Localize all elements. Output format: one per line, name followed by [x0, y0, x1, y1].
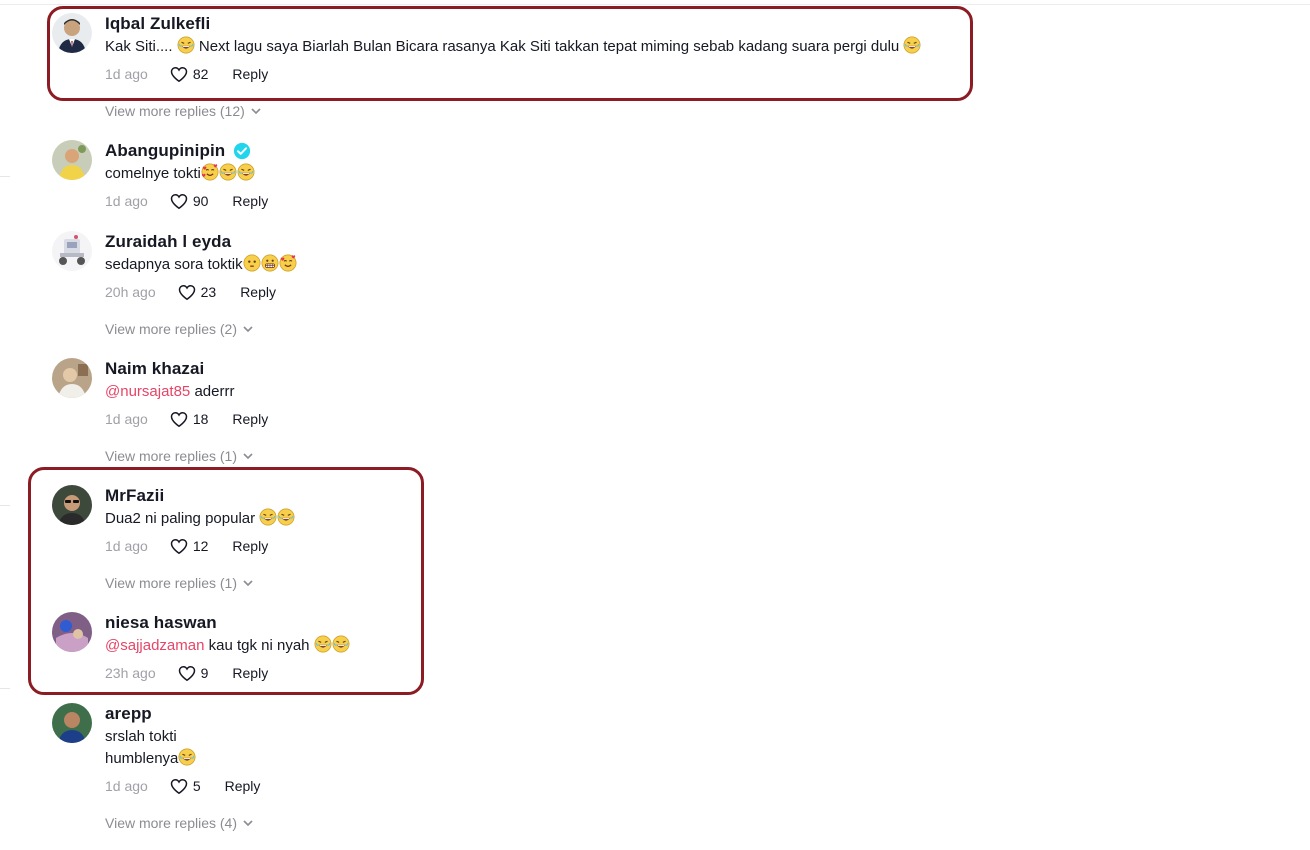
heart-icon — [178, 284, 195, 300]
mention-link[interactable]: @sajjadzaman — [105, 637, 204, 654]
comment-text-line: humblenya — [105, 748, 1002, 770]
timestamp: 20h ago — [105, 284, 156, 300]
username[interactable]: niesa haswan — [105, 613, 217, 633]
laughing-emoji-icon — [237, 163, 255, 181]
reply-button[interactable]: Reply — [240, 284, 276, 300]
view-more-replies[interactable]: View more replies (1) — [105, 575, 253, 591]
laughing-emoji-icon — [219, 163, 237, 181]
smiling-face-with-hearts-emoji-icon — [201, 163, 219, 181]
comment-text-line: srslah tokti — [105, 728, 177, 745]
heart-icon — [170, 66, 188, 82]
like-button[interactable]: 82 — [170, 66, 209, 83]
view-more-label: View more replies (12) — [105, 103, 245, 119]
view-more-replies[interactable]: View more replies (2) — [105, 321, 253, 337]
chevron-down-icon — [251, 108, 261, 114]
timestamp: 1d ago — [105, 193, 148, 209]
username[interactable]: MrFazii — [105, 486, 164, 506]
laughing-emoji-icon — [177, 36, 195, 54]
view-more-label: View more replies (1) — [105, 448, 238, 464]
like-button[interactable]: 23 — [178, 284, 217, 301]
comment-text: srslah tokti humblenya — [105, 726, 1002, 770]
avatar[interactable] — [52, 612, 92, 652]
reply-button[interactable]: Reply — [232, 193, 268, 209]
laughing-emoji-icon — [259, 508, 277, 526]
mention-link[interactable]: @nursajat85 — [105, 383, 190, 400]
reply-button[interactable]: Reply — [232, 411, 268, 427]
heart-icon — [170, 538, 188, 554]
reply-button[interactable]: Reply — [225, 778, 261, 794]
comment-text: @sajjadzaman kau tgk ni nyah — [105, 635, 1002, 657]
grimacing-face-emoji-icon — [261, 254, 279, 272]
view-more-replies[interactable]: View more replies (4) — [105, 815, 253, 831]
like-button[interactable]: 90 — [170, 193, 209, 210]
like-button[interactable]: 9 — [178, 665, 209, 682]
comment-list: Iqbal Zulkefli Kak Siti.... Next lagu sa… — [0, 0, 1310, 850]
heart-icon — [170, 778, 188, 794]
laughing-emoji-icon — [277, 508, 295, 526]
reply-button[interactable]: Reply — [232, 665, 268, 681]
heart-icon — [178, 665, 195, 681]
comment-text-part: kau tgk ni nyah — [204, 637, 314, 654]
view-more-label: View more replies (2) — [105, 321, 238, 337]
like-count: 12 — [192, 538, 209, 554]
comment-text-part: Next lagu saya Biarlah Bulan Bicara rasa… — [194, 38, 904, 55]
reply-button[interactable]: Reply — [232, 66, 268, 82]
like-count: 90 — [192, 193, 209, 209]
like-count: 5 — [192, 778, 201, 794]
comment-text: Kak Siti.... Next lagu saya Biarlah Bula… — [105, 36, 1002, 58]
like-count: 23 — [200, 284, 217, 300]
verified-badge-icon — [234, 142, 251, 160]
comment-text: Dua2 ni paling popular — [105, 508, 1002, 530]
like-count: 9 — [200, 665, 209, 681]
chevron-down-icon — [243, 453, 253, 459]
heart-icon — [170, 411, 188, 427]
chevron-down-icon — [243, 326, 253, 332]
timestamp: 23h ago — [105, 665, 156, 681]
like-count: 82 — [192, 66, 209, 82]
avatar[interactable] — [52, 231, 92, 271]
heart-icon — [170, 193, 188, 209]
comment-text-part: comelnye tokti — [105, 165, 201, 182]
avatar[interactable] — [52, 13, 92, 53]
flushed-face-emoji-icon — [243, 254, 261, 272]
laughing-emoji-icon — [178, 748, 196, 766]
smiling-face-with-hearts-emoji-icon — [279, 254, 297, 272]
like-button[interactable]: 18 — [170, 411, 209, 428]
comment-text: @nursajat85 aderrr — [105, 381, 1002, 403]
timestamp: 1d ago — [105, 778, 148, 794]
view-more-replies[interactable]: View more replies (1) — [105, 448, 253, 464]
timestamp: 1d ago — [105, 411, 148, 427]
timestamp: 1d ago — [105, 538, 148, 554]
laughing-emoji-icon — [903, 36, 921, 54]
avatar[interactable] — [52, 485, 92, 525]
comment-text: comelnye tokti — [105, 163, 1002, 185]
chevron-down-icon — [243, 580, 253, 586]
avatar[interactable] — [52, 358, 92, 398]
comment-text-part: Kak Siti.... — [105, 38, 177, 55]
comment-text-part: sedapnya sora toktik — [105, 256, 243, 273]
username[interactable]: arepp — [105, 704, 152, 724]
comment-text: sedapnya sora toktik — [105, 254, 1002, 276]
reply-button[interactable]: Reply — [232, 538, 268, 554]
username[interactable]: Naim khazai — [105, 359, 204, 379]
laughing-emoji-icon — [332, 635, 350, 653]
username[interactable]: Iqbal Zulkefli — [105, 14, 210, 34]
like-button[interactable]: 12 — [170, 538, 209, 555]
comment-text-part: humblenya — [105, 750, 179, 767]
avatar[interactable] — [52, 703, 92, 743]
comment-text-part: aderrr — [190, 383, 235, 400]
view-more-label: View more replies (1) — [105, 575, 238, 591]
view-more-replies[interactable]: View more replies (12) — [105, 103, 261, 119]
like-count: 18 — [192, 411, 209, 427]
view-more-label: View more replies (4) — [105, 815, 238, 831]
username[interactable]: Zuraidah l eyda — [105, 232, 231, 252]
comment-text-part: Dua2 ni paling popular — [105, 510, 260, 527]
avatar[interactable] — [52, 140, 92, 180]
like-button[interactable]: 5 — [170, 778, 201, 795]
chevron-down-icon — [243, 820, 253, 826]
timestamp: 1d ago — [105, 66, 148, 82]
username[interactable]: Abangupinipin — [105, 141, 225, 161]
laughing-emoji-icon — [314, 635, 332, 653]
